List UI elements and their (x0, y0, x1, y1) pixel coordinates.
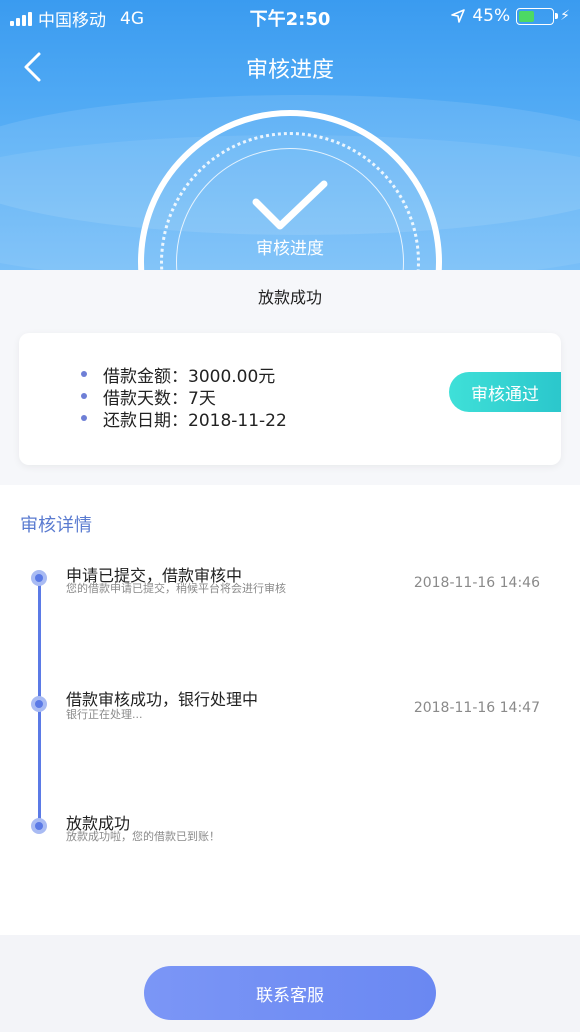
detail-section-title: 审核详情 (20, 515, 92, 536)
bullet-dot (81, 393, 87, 399)
timeline-step-time: 2018-11-16 14:47 (413, 700, 540, 716)
contact-service-button[interactable]: 联系客服 (144, 966, 436, 1020)
timeline-step-subtitle: 银行正在处理... (66, 708, 143, 721)
timeline-dot (31, 570, 47, 586)
checkmark-icon (252, 180, 328, 230)
bullet-dot (81, 415, 87, 421)
loan-info-card: 借款金额：3000.00元 借款天数：7天 还款日期：2018-11-22 审核… (19, 333, 561, 465)
page-title: 审核进度 (245, 58, 334, 83)
battery-fill (519, 10, 534, 22)
timeline-dot (31, 818, 47, 834)
timeline-dot (31, 696, 47, 712)
nav-bar: 审核进度 (0, 44, 580, 88)
status-title: 放款成功 (257, 288, 322, 307)
battery-icon (516, 7, 559, 25)
repay-date-text: 还款日期：2018-11-22 (103, 410, 287, 431)
location-arrow-icon (451, 9, 466, 23)
loan-info-list: 借款金额：3000.00元 借款天数：7天 还款日期：2018-11-22 (81, 363, 287, 431)
timeline-step-time: 2018-11-16 14:46 (413, 575, 540, 591)
loan-amount-item: 借款金额：3000.00元 (81, 363, 287, 387)
timeline-step-subtitle: 放款成功啦，您的借款已到账！ (66, 830, 220, 843)
bullet-dot (81, 371, 87, 377)
progress-ring-label: 审核进度 (256, 239, 324, 259)
approved-badge: 审核通过 (449, 372, 561, 412)
status-bar-right: 45% ⚡ (450, 6, 570, 26)
charging-bolt-icon: ⚡ (560, 8, 570, 24)
timeline-step-subtitle: 您的借款申请已提交，稍候平台将会进行审核 (66, 582, 286, 595)
repay-date-item: 还款日期：2018-11-22 (81, 407, 287, 431)
loan-days-item: 借款天数：7天 (81, 385, 287, 409)
battery-percent: 45% (472, 6, 511, 26)
status-bar: 中国移动 4G 下午2:50 45% ⚡ (0, 0, 580, 34)
